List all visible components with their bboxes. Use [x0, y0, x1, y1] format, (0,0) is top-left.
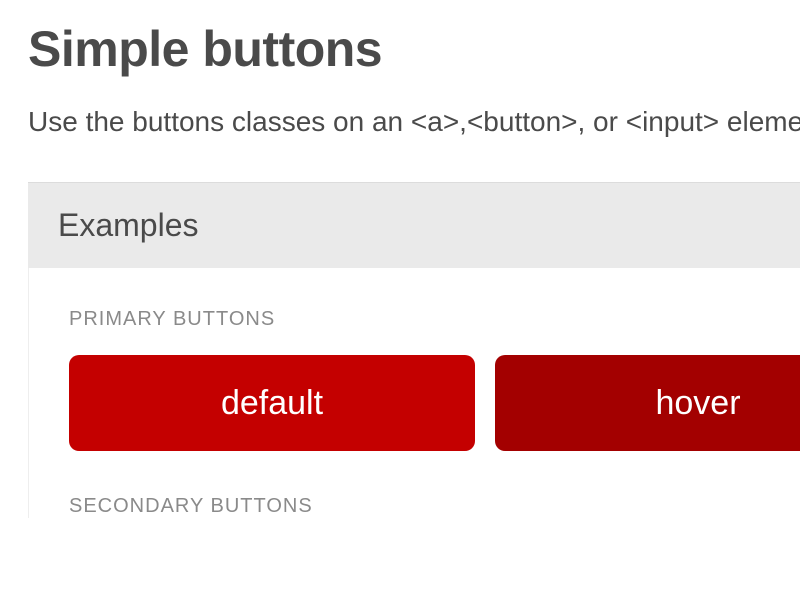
- primary-buttons-label: PRIMARY BUTTONS: [69, 308, 760, 331]
- primary-button-row: default hover: [69, 355, 760, 451]
- page-heading: Simple buttons: [28, 20, 800, 78]
- primary-button-default[interactable]: default: [69, 355, 475, 451]
- secondary-buttons-label: SECONDARY BUTTONS: [69, 495, 760, 518]
- examples-panel: Examples PRIMARY BUTTONS default hover S…: [28, 182, 800, 518]
- page-lead-text: Use the buttons classes on an <a>,<butto…: [28, 106, 800, 138]
- primary-button-hover[interactable]: hover: [495, 355, 800, 451]
- examples-title: Examples: [58, 207, 770, 244]
- examples-panel-header: Examples: [28, 183, 800, 268]
- examples-panel-body: PRIMARY BUTTONS default hover SECONDARY …: [28, 268, 800, 518]
